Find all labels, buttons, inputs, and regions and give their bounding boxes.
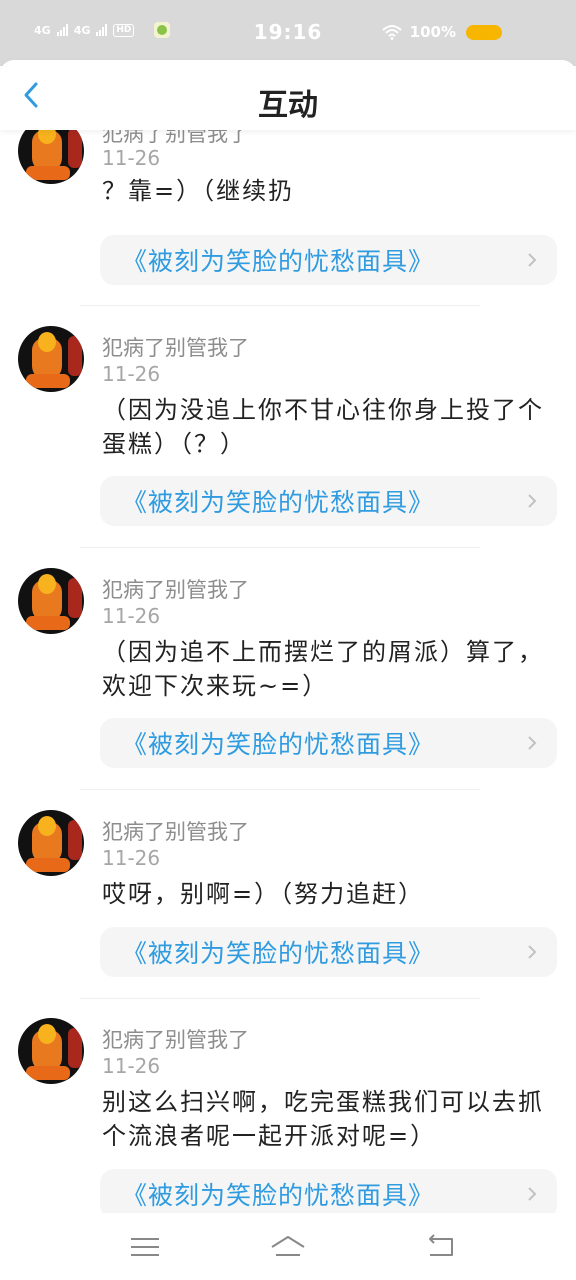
username[interactable]: 犯病了别管我了 (102, 1024, 249, 1054)
status-right: 100% (381, 23, 456, 41)
username[interactable]: 犯病了别管我了 (102, 332, 249, 362)
avatar[interactable] (18, 568, 84, 634)
post-title: 《被刻为笑脸的忧愁面具》 (122, 730, 435, 759)
page-title: 互动 (258, 88, 318, 123)
timestamp: 11-26 (102, 1054, 161, 1078)
chevron-right-icon (528, 945, 537, 959)
timestamp: 11-26 (102, 846, 161, 870)
page-header: 互动 (0, 60, 576, 130)
chevron-right-icon (528, 494, 537, 508)
post-link-card[interactable]: 《被刻为笑脸的忧愁面具》 (100, 235, 557, 285)
system-nav-bar (0, 1213, 576, 1280)
timestamp: 11-26 (102, 146, 161, 170)
chevron-right-icon (528, 736, 537, 750)
username[interactable]: 犯病了别管我了 (102, 574, 249, 604)
username[interactable]: 犯病了别管我了 (102, 816, 249, 846)
message-text: （因为追不上而摆烂了的屑派）算了，欢迎下次来玩~=） (102, 638, 544, 700)
battery-icon (466, 25, 502, 40)
avatar[interactable] (18, 130, 84, 184)
post-link-card[interactable]: 《被刻为笑脸的忧愁面具》 (100, 927, 557, 977)
post-title: 《被刻为笑脸的忧愁面具》 (122, 1181, 435, 1210)
post-link-card[interactable]: 《被刻为笑脸的忧愁面具》 (100, 1169, 557, 1213)
message-text: 哎呀，别啊=）（努力追赶） (102, 880, 425, 908)
divider (80, 305, 480, 306)
avatar[interactable] (18, 810, 84, 876)
interaction-feed[interactable]: 犯病了别管我了 11-26 ？靠=）（继续扔 《被刻为笑脸的忧愁面具》 犯病了别… (0, 130, 576, 1213)
status-bar: 4G 4G HD 19:16 100% (0, 0, 576, 66)
home-icon[interactable] (270, 1233, 306, 1261)
message-text: （因为没追上你不甘心往你身上投了个蛋糕）（？） (102, 396, 544, 458)
message-text: ？靠=）（继续扔 (102, 177, 295, 205)
avatar[interactable] (18, 326, 84, 392)
post-title: 《被刻为笑脸的忧愁面具》 (122, 939, 435, 968)
timestamp: 11-26 (102, 362, 161, 386)
post-title: 《被刻为笑脸的忧愁面具》 (122, 247, 435, 276)
avatar[interactable] (18, 1018, 84, 1084)
divider (80, 998, 480, 999)
back-icon[interactable] (422, 1233, 458, 1261)
chevron-right-icon (528, 253, 537, 267)
wifi-icon (381, 25, 402, 40)
divider (80, 547, 480, 548)
post-title: 《被刻为笑脸的忧愁面具》 (122, 488, 435, 517)
post-link-card[interactable]: 《被刻为笑脸的忧愁面具》 (100, 718, 557, 768)
message-text: 别这么扫兴啊，吃完蛋糕我们可以去抓个流浪者呢一起开派对呢=） (102, 1088, 544, 1150)
divider (80, 789, 480, 790)
post-link-card[interactable]: 《被刻为笑脸的忧愁面具》 (100, 476, 557, 526)
chevron-right-icon (528, 1187, 537, 1201)
battery-percent: 100% (409, 23, 456, 41)
menu-icon[interactable] (127, 1233, 163, 1261)
timestamp: 11-26 (102, 604, 161, 628)
